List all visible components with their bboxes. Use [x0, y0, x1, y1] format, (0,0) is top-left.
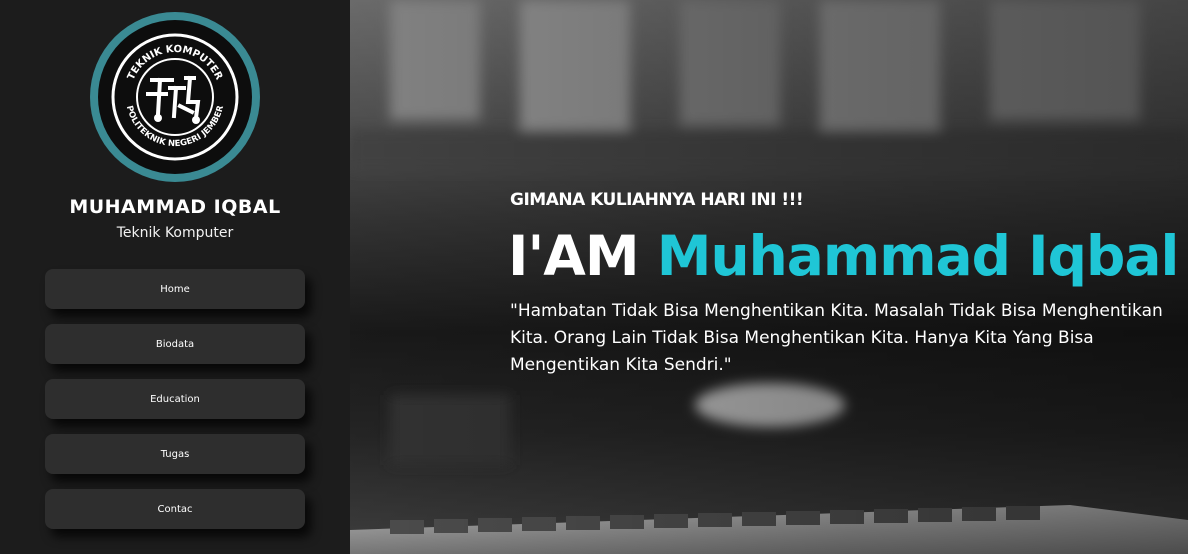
nav-tugas-button[interactable]: Tugas — [45, 434, 305, 474]
hero-tagline: GIMANA KULIAHNYA HARI INI !!! — [510, 190, 804, 210]
hero-quote: "Hambatan Tidak Bisa Menghentikan Kita. … — [510, 301, 1163, 375]
nav-home-button[interactable]: Home — [45, 269, 305, 309]
headline-prefix: I'AM — [508, 224, 657, 288]
profile-subtitle: Teknik Komputer — [116, 225, 234, 241]
nav-contac-button[interactable]: Contac — [45, 489, 305, 529]
sidebar: TEKNIK KOMPUTER POLITEKNIK NEGERI JEMBER… — [0, 0, 350, 554]
emblem-graphic: TEKNIK KOMPUTER POLITEKNIK NEGERI JEMBER — [111, 33, 239, 161]
sidebar-nav: Home Biodata Education Tugas Contac — [45, 269, 305, 544]
nav-biodata-button[interactable]: Biodata — [45, 324, 305, 364]
hero-headline: I'AM Muhammad Iqbal — [508, 222, 1180, 290]
hero-section: GIMANA KULIAHNYA HARI INI !!! I'AM Muham… — [350, 0, 1188, 554]
nav-education-button[interactable]: Education — [45, 379, 305, 419]
logo: TEKNIK KOMPUTER POLITEKNIK NEGERI JEMBER — [90, 12, 260, 182]
profile-name: MUHAMMAD IQBAL — [69, 196, 281, 218]
headline-name: Muhammad Iqbal — [656, 224, 1180, 288]
logo-top-text: TEKNIK KOMPUTER — [126, 44, 225, 82]
logo-emblem: TEKNIK KOMPUTER POLITEKNIK NEGERI JEMBER — [98, 20, 252, 174]
